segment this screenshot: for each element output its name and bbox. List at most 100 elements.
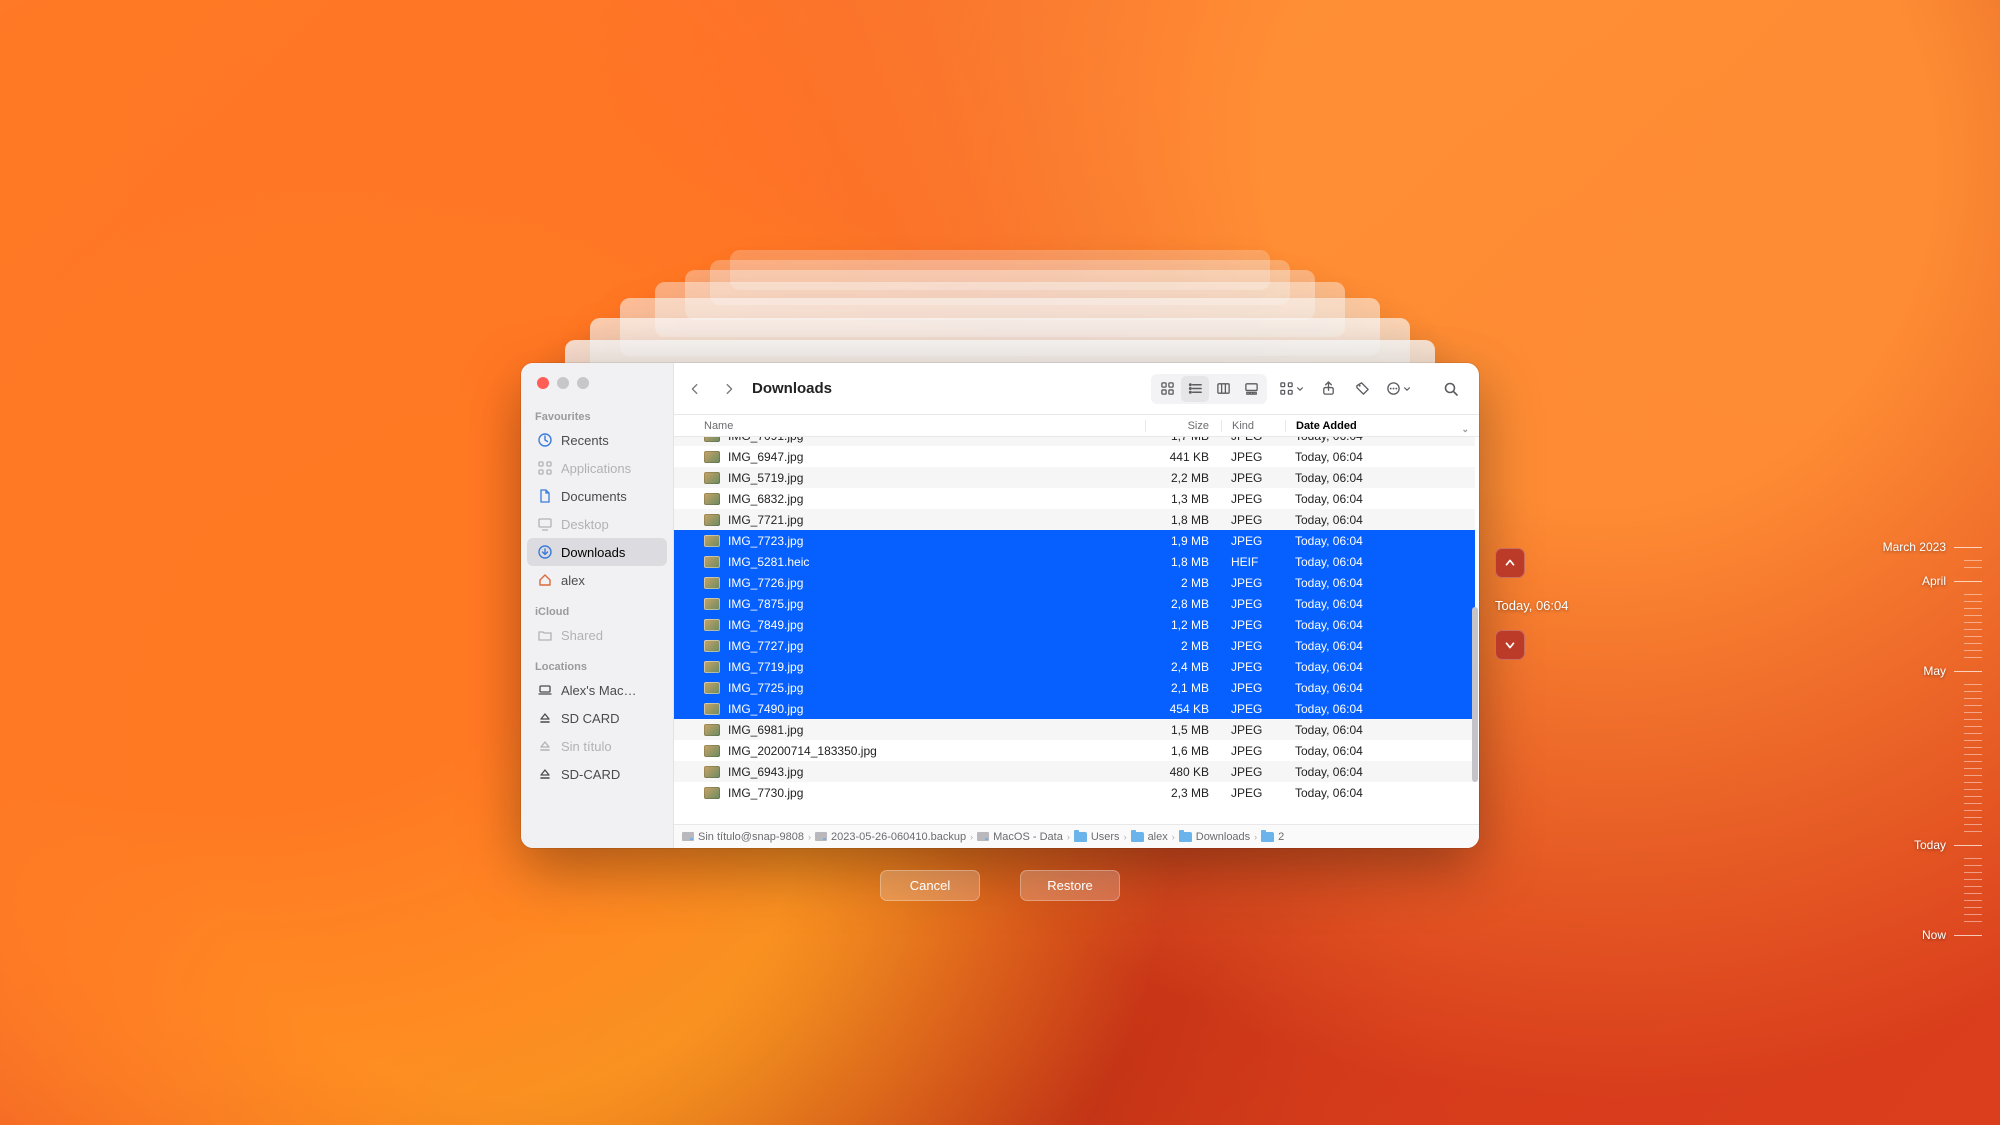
column-date-added[interactable]: Date Added⌄ <box>1285 420 1479 432</box>
folder-icon <box>1074 832 1087 842</box>
file-kind: JPEG <box>1221 660 1285 674</box>
table-row[interactable]: IMG_7725.jpg2,1 MBJPEGToday, 06:04 <box>674 677 1475 698</box>
file-date-added: Today, 06:04 <box>1285 660 1475 674</box>
action-buttons: Cancel Restore <box>880 870 1120 901</box>
table-row[interactable]: IMG_7727.jpg2 MBJPEGToday, 06:04 <box>674 635 1475 656</box>
window-minimize-button[interactable] <box>557 377 569 389</box>
table-row[interactable]: IMG_7849.jpg1,2 MBJPEGToday, 06:04 <box>674 614 1475 635</box>
file-thumbnail-icon <box>704 493 720 505</box>
file-size: 2,1 MB <box>1145 681 1221 695</box>
file-date-added: Today, 06:04 <box>1285 702 1475 716</box>
sidebar-item-alex[interactable]: alex <box>527 566 667 594</box>
sidebar-item-downloads[interactable]: Downloads <box>527 538 667 566</box>
scrollbar-thumb[interactable] <box>1472 607 1478 782</box>
view-icons-button[interactable] <box>1153 376 1181 402</box>
path-segment[interactable]: Downloads <box>1179 831 1250 843</box>
file-name: IMG_7723.jpg <box>728 534 1145 548</box>
timeline-label[interactable]: March 2023 <box>1883 540 1982 554</box>
path-segment[interactable]: 2023-05-26-060410.backup <box>815 831 966 843</box>
sidebar-item-desktop[interactable]: Desktop <box>527 510 667 538</box>
table-row[interactable]: IMG_7091.jpg1,7 MBJPEGToday, 06:04 <box>674 437 1475 446</box>
table-row[interactable]: IMG_6981.jpg1,5 MBJPEGToday, 06:04 <box>674 719 1475 740</box>
sidebar-item-label: Applications <box>561 461 631 476</box>
window-close-button[interactable] <box>537 377 549 389</box>
column-kind[interactable]: Kind <box>1221 420 1285 432</box>
path-segment[interactable]: 2 <box>1261 831 1284 843</box>
group-by-button[interactable] <box>1275 376 1308 402</box>
sidebar-item-applications[interactable]: Applications <box>527 454 667 482</box>
timeline-label[interactable]: Now <box>1922 928 1982 942</box>
nav-forward-button[interactable] <box>716 376 742 402</box>
file-kind: JPEG <box>1221 576 1285 590</box>
path-label: Downloads <box>1196 831 1250 843</box>
table-row[interactable]: IMG_7490.jpg454 KBJPEGToday, 06:04 <box>674 698 1475 719</box>
table-row[interactable]: IMG_7726.jpg2 MBJPEGToday, 06:04 <box>674 572 1475 593</box>
search-button[interactable] <box>1437 376 1465 402</box>
table-row[interactable]: IMG_6947.jpg441 KBJPEGToday, 06:04 <box>674 446 1475 467</box>
sidebar-item-label: Downloads <box>561 545 625 560</box>
time-machine-desktop: FavouritesRecentsApplicationsDocumentsDe… <box>0 0 2000 1125</box>
path-segment[interactable]: alex <box>1131 831 1168 843</box>
table-row[interactable]: IMG_7730.jpg2,3 MBJPEGToday, 06:04 <box>674 782 1475 803</box>
view-list-button[interactable] <box>1181 376 1209 402</box>
file-size: 1,8 MB <box>1145 555 1221 569</box>
chevron-down-icon <box>1403 385 1411 393</box>
table-row[interactable]: IMG_7719.jpg2,4 MBJPEGToday, 06:04 <box>674 656 1475 677</box>
timeline-label[interactable]: May <box>1923 664 1982 678</box>
column-size[interactable]: Size <box>1145 420 1221 432</box>
file-date-added: Today, 06:04 <box>1285 471 1475 485</box>
file-kind: JPEG <box>1221 471 1285 485</box>
table-row[interactable]: IMG_5281.heic1,8 MBHEIFToday, 06:04 <box>674 551 1475 572</box>
sidebar-item-alex-s-mac-[interactable]: Alex's Mac… <box>527 676 667 704</box>
actions-button[interactable] <box>1382 376 1415 402</box>
table-row[interactable]: IMG_20200714_183350.jpg1,6 MBJPEGToday, … <box>674 740 1475 761</box>
table-row[interactable]: IMG_7721.jpg1,8 MBJPEGToday, 06:04 <box>674 509 1475 530</box>
sidebar-item-documents[interactable]: Documents <box>527 482 667 510</box>
file-size: 1,5 MB <box>1145 723 1221 737</box>
file-date-added: Today, 06:04 <box>1285 555 1475 569</box>
snapshot-next-button[interactable] <box>1495 630 1525 660</box>
view-gallery-button[interactable] <box>1237 376 1265 402</box>
view-columns-button[interactable] <box>1209 376 1237 402</box>
sidebar-item-label: Sin título <box>561 739 612 754</box>
window-zoom-button[interactable] <box>577 377 589 389</box>
snapshot-nav <box>1495 548 1525 578</box>
shared-folder-icon <box>537 627 553 643</box>
path-segment[interactable]: MacOS - Data <box>977 831 1063 843</box>
path-label: Sin título@snap-9808 <box>698 831 804 843</box>
sidebar-item-sd-card[interactable]: SD-CARD <box>527 760 667 788</box>
nav-back-button[interactable] <box>682 376 708 402</box>
file-date-added: Today, 06:04 <box>1285 576 1475 590</box>
file-kind: JPEG <box>1221 639 1285 653</box>
file-name: IMG_7730.jpg <box>728 786 1145 800</box>
sidebar-item-label: Documents <box>561 489 627 504</box>
snapshot-timeline[interactable]: March 2023 April May Today Now <box>1852 540 1982 942</box>
clock-icon <box>537 432 553 448</box>
file-kind: HEIF <box>1221 555 1285 569</box>
sidebar-item-label: Desktop <box>561 517 609 532</box>
path-segment[interactable]: Sin título@snap-9808 <box>682 831 804 843</box>
sidebar-item-shared[interactable]: Shared <box>527 621 667 649</box>
path-segment[interactable]: Users <box>1074 831 1120 843</box>
file-thumbnail-icon <box>704 451 720 463</box>
file-name: IMG_7875.jpg <box>728 597 1145 611</box>
file-list[interactable]: IMG_7091.jpg1,7 MBJPEGToday, 06:04IMG_69… <box>674 437 1479 824</box>
sidebar-item-sin-t-tulo[interactable]: Sin título <box>527 732 667 760</box>
sidebar-item-sd-card[interactable]: SD CARD <box>527 704 667 732</box>
cancel-button[interactable]: Cancel <box>880 870 980 901</box>
file-size: 2 MB <box>1145 576 1221 590</box>
table-row[interactable]: IMG_5719.jpg2,2 MBJPEGToday, 06:04 <box>674 467 1475 488</box>
table-row[interactable]: IMG_6832.jpg1,3 MBJPEGToday, 06:04 <box>674 488 1475 509</box>
table-row[interactable]: IMG_7723.jpg1,9 MBJPEGToday, 06:04 <box>674 530 1475 551</box>
timeline-label[interactable]: April <box>1922 574 1982 588</box>
table-row[interactable]: IMG_6943.jpg480 KBJPEGToday, 06:04 <box>674 761 1475 782</box>
file-date-added: Today, 06:04 <box>1285 681 1475 695</box>
sidebar-item-recents[interactable]: Recents <box>527 426 667 454</box>
tags-button[interactable] <box>1348 376 1376 402</box>
table-row[interactable]: IMG_7875.jpg2,8 MBJPEGToday, 06:04 <box>674 593 1475 614</box>
column-name[interactable]: Name <box>704 420 1145 432</box>
restore-button[interactable]: Restore <box>1020 870 1120 901</box>
snapshot-prev-button[interactable] <box>1495 548 1525 578</box>
share-button[interactable] <box>1314 376 1342 402</box>
timeline-label[interactable]: Today <box>1914 838 1982 852</box>
